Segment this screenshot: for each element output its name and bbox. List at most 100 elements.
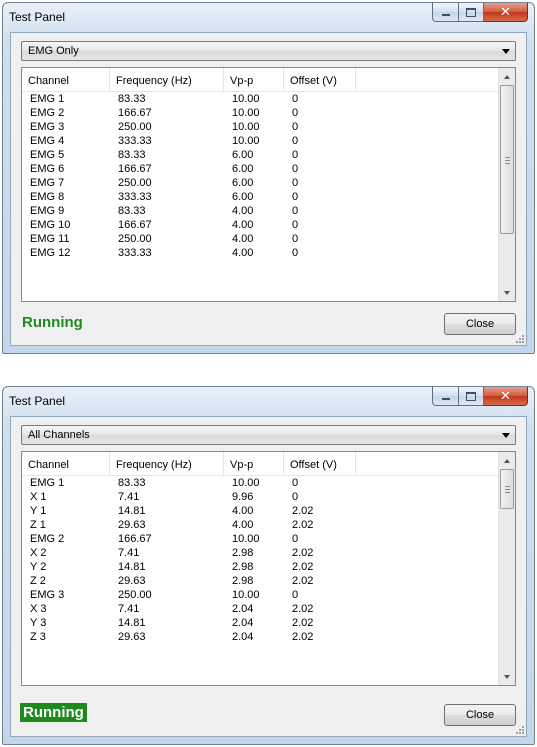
title-bar[interactable]: Test Panel ✕ bbox=[3, 387, 534, 415]
close-icon: ✕ bbox=[500, 4, 511, 19]
cell-vpp: 4.00 bbox=[232, 505, 254, 517]
cell-offset: 0 bbox=[292, 93, 299, 105]
table-row[interactable]: Y 1 14.81 4.00 2.02 bbox=[22, 504, 498, 518]
cell-vpp: 2.98 bbox=[232, 561, 254, 573]
cell-vpp: 6.00 bbox=[232, 163, 254, 175]
client-area: EMG Only Channel Frequency (Hz) Vp-p Off… bbox=[10, 32, 527, 346]
scroll-down-button[interactable] bbox=[499, 284, 515, 301]
scroll-up-button[interactable] bbox=[499, 452, 515, 469]
cell-offset: 2.02 bbox=[292, 519, 314, 531]
cell-offset: 0 bbox=[292, 121, 299, 133]
thumb-grip bbox=[505, 489, 510, 490]
table-row[interactable]: EMG 12 333.33 4.00 0 bbox=[22, 246, 498, 260]
cell-channel: Z 3 bbox=[30, 631, 46, 643]
maximize-icon bbox=[466, 391, 476, 401]
table-row[interactable]: X 2 7.41 2.98 2.02 bbox=[22, 546, 498, 560]
column-header-channel[interactable]: Channel bbox=[22, 452, 110, 475]
cell-channel: Y 3 bbox=[30, 617, 47, 629]
scrollbar-thumb[interactable] bbox=[500, 469, 514, 509]
resize-grip-icon[interactable] bbox=[514, 724, 524, 734]
cell-channel: EMG 11 bbox=[30, 233, 70, 245]
cell-offset: 0 bbox=[292, 233, 299, 245]
channel-list-body: EMG 1 83.33 10.00 0 EMG 2 166.67 10.00 0 EMG 3 25… bbox=[22, 92, 498, 301]
table-row[interactable]: Y 2 14.81 2.98 2.02 bbox=[22, 560, 498, 574]
channel-filter-dropdown[interactable]: EMG Only bbox=[21, 41, 516, 61]
grip-dot bbox=[519, 338, 521, 340]
table-row[interactable]: EMG 4 333.33 10.00 0 bbox=[22, 134, 498, 148]
cell-channel: EMG 3 bbox=[30, 589, 65, 601]
close-window-button[interactable]: ✕ bbox=[484, 387, 528, 406]
cell-frequency: 7.41 bbox=[118, 547, 140, 559]
column-header-vpp[interactable]: Vp-p bbox=[224, 452, 284, 475]
cell-offset: 0 bbox=[292, 219, 299, 231]
maximize-button[interactable] bbox=[458, 387, 484, 406]
client-area: All Channels Channel Frequency (Hz) Vp-p… bbox=[10, 416, 527, 737]
column-header-channel[interactable]: Channel bbox=[22, 68, 110, 91]
cell-channel: EMG 4 bbox=[30, 135, 65, 147]
cell-frequency: 333.33 bbox=[118, 247, 152, 259]
close-icon: ✕ bbox=[500, 388, 511, 403]
column-header-offset[interactable]: Offset (V) bbox=[284, 452, 356, 475]
cell-offset: 0 bbox=[292, 477, 299, 489]
vertical-scrollbar[interactable] bbox=[498, 452, 515, 685]
grip-dot bbox=[522, 335, 524, 337]
channel-list[interactable]: Channel Frequency (Hz) Vp-p Offset (V) E… bbox=[21, 451, 516, 686]
table-row[interactable]: EMG 1 83.33 10.00 0 bbox=[22, 476, 498, 490]
channel-list[interactable]: Channel Frequency (Hz) Vp-p Offset (V) E… bbox=[21, 67, 516, 302]
table-row[interactable]: EMG 9 83.33 4.00 0 bbox=[22, 204, 498, 218]
cell-frequency: 166.67 bbox=[118, 219, 152, 231]
table-row[interactable]: X 3 7.41 2.04 2.02 bbox=[22, 602, 498, 616]
cell-frequency: 250.00 bbox=[118, 589, 152, 601]
maximize-button[interactable] bbox=[458, 3, 484, 22]
minimize-button[interactable] bbox=[432, 387, 458, 406]
table-row[interactable]: EMG 6 166.67 6.00 0 bbox=[22, 162, 498, 176]
scroll-down-button[interactable] bbox=[499, 668, 515, 685]
column-header-frequency[interactable]: Frequency (Hz) bbox=[110, 68, 224, 91]
table-row[interactable]: EMG 7 250.00 6.00 0 bbox=[22, 176, 498, 190]
cell-channel: EMG 5 bbox=[30, 149, 65, 161]
resize-grip-icon[interactable] bbox=[514, 333, 524, 343]
grip-dot bbox=[522, 338, 524, 340]
table-row[interactable]: EMG 5 83.33 6.00 0 bbox=[22, 148, 498, 162]
channel-filter-dropdown[interactable]: All Channels bbox=[21, 425, 516, 445]
table-row[interactable]: EMG 8 333.33 6.00 0 bbox=[22, 190, 498, 204]
table-row[interactable]: Z 3 29.63 2.04 2.02 bbox=[22, 630, 498, 644]
table-row[interactable]: Z 1 29.63 4.00 2.02 bbox=[22, 518, 498, 532]
table-row[interactable]: Y 3 14.81 2.04 2.02 bbox=[22, 616, 498, 630]
cell-offset: 2.02 bbox=[292, 617, 314, 629]
cell-frequency: 14.81 bbox=[118, 505, 146, 517]
column-header-vpp[interactable]: Vp-p bbox=[224, 68, 284, 91]
table-row[interactable]: EMG 2 166.67 10.00 0 bbox=[22, 532, 498, 546]
cell-vpp: 10.00 bbox=[232, 477, 260, 489]
channel-filter-value: All Channels bbox=[28, 429, 90, 441]
table-row[interactable]: X 1 7.41 9.96 0 bbox=[22, 490, 498, 504]
cell-frequency: 250.00 bbox=[118, 177, 152, 189]
scrollbar-thumb[interactable] bbox=[500, 85, 514, 234]
cell-frequency: 14.81 bbox=[118, 617, 146, 629]
table-row[interactable]: EMG 2 166.67 10.00 0 bbox=[22, 106, 498, 120]
table-row[interactable]: EMG 3 250.00 10.00 0 bbox=[22, 588, 498, 602]
scroll-up-button[interactable] bbox=[499, 68, 515, 85]
cell-vpp: 9.96 bbox=[232, 491, 254, 503]
table-row[interactable]: Z 2 29.63 2.98 2.02 bbox=[22, 574, 498, 588]
close-button[interactable]: Close bbox=[444, 704, 516, 726]
close-window-button[interactable]: ✕ bbox=[484, 3, 528, 22]
table-row[interactable]: EMG 1 83.33 10.00 0 bbox=[22, 92, 498, 106]
minimize-button[interactable] bbox=[432, 3, 458, 22]
column-header-frequency[interactable]: Frequency (Hz) bbox=[110, 452, 224, 475]
cell-vpp: 6.00 bbox=[232, 191, 254, 203]
cell-frequency: 14.81 bbox=[118, 561, 146, 573]
cell-channel: EMG 8 bbox=[30, 191, 65, 203]
cell-offset: 2.02 bbox=[292, 505, 314, 517]
grip-dot bbox=[519, 732, 521, 734]
vertical-scrollbar[interactable] bbox=[498, 68, 515, 301]
column-header-offset[interactable]: Offset (V) bbox=[284, 68, 356, 91]
table-row[interactable]: EMG 3 250.00 10.00 0 bbox=[22, 120, 498, 134]
cell-offset: 0 bbox=[292, 205, 299, 217]
cell-offset: 2.02 bbox=[292, 561, 314, 573]
title-bar[interactable]: Test Panel ✕ bbox=[3, 3, 534, 31]
table-row[interactable]: EMG 11 250.00 4.00 0 bbox=[22, 232, 498, 246]
close-button[interactable]: Close bbox=[444, 313, 516, 335]
table-row[interactable]: EMG 10 166.67 4.00 0 bbox=[22, 218, 498, 232]
cell-frequency: 166.67 bbox=[118, 163, 152, 175]
